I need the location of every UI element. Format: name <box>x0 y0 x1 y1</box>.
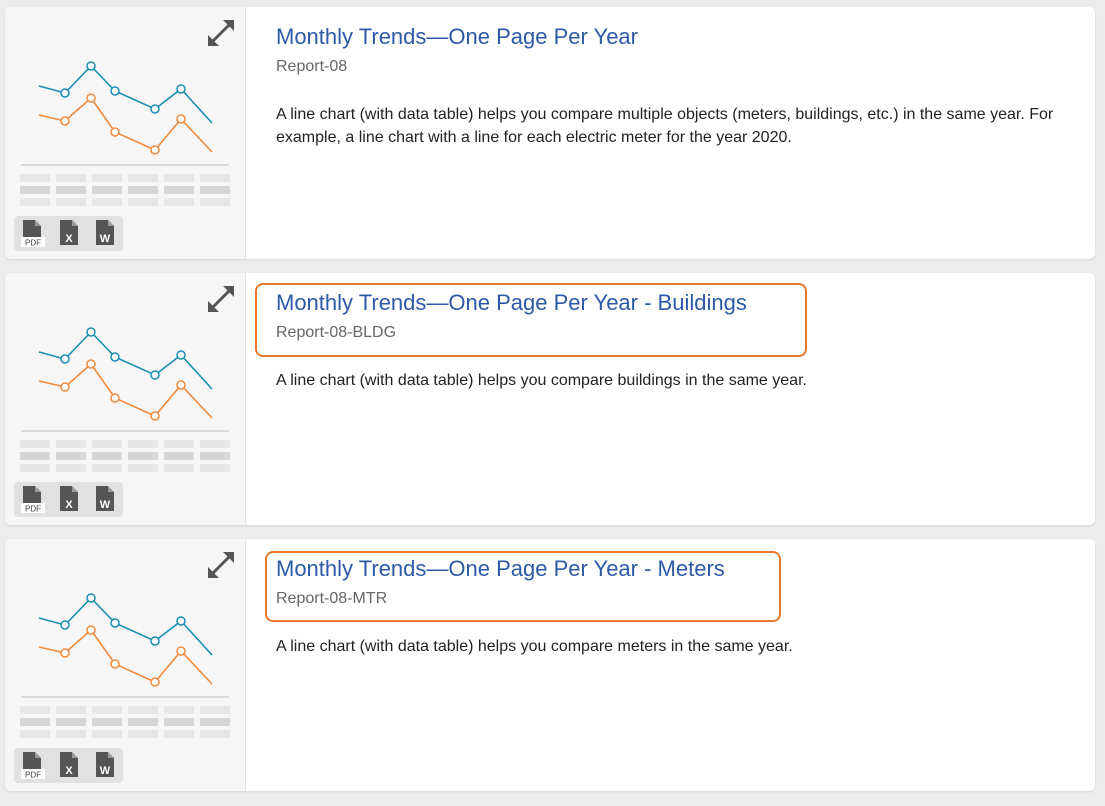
preview-point-blue <box>176 350 186 360</box>
preview-point-orange <box>86 625 96 635</box>
preview-point-blue <box>150 370 160 380</box>
preview-point-orange <box>110 393 120 403</box>
pdf-file-icon[interactable]: PDF <box>21 752 45 780</box>
export-buttons: PDF X W <box>14 216 123 251</box>
preview-point-orange <box>176 114 186 124</box>
preview-point-blue <box>86 61 96 71</box>
svg-text:X: X <box>65 233 73 245</box>
report-card[interactable]: PDF X W Monthly Trends—One Page Per Year… <box>5 273 1095 525</box>
report-description: A line chart (with data table) helps you… <box>276 372 807 389</box>
report-description: A line chart (with data table) helps you… <box>276 106 1054 146</box>
word-file-icon[interactable]: W <box>93 486 117 513</box>
report-thumbnail[interactable]: PDF X W <box>5 273 246 525</box>
svg-text:PDF: PDF <box>25 771 41 780</box>
svg-text:W: W <box>100 233 111 245</box>
preview-point-orange <box>86 359 96 369</box>
preview-point-blue <box>86 593 96 603</box>
svg-text:W: W <box>100 765 111 777</box>
report-title-link[interactable]: Monthly Trends—One Page Per Year - Meter… <box>276 556 725 582</box>
preview-point-orange <box>60 116 70 126</box>
preview-point-orange <box>176 380 186 390</box>
excel-file-icon[interactable]: X <box>57 486 81 513</box>
preview-point-blue <box>176 616 186 626</box>
preview-point-orange <box>150 677 160 687</box>
report-code: Report-08-BLDG <box>276 324 397 341</box>
preview-point-orange <box>150 145 160 155</box>
export-buttons: PDF X W <box>14 748 123 783</box>
pdf-file-icon[interactable]: PDF <box>21 220 45 248</box>
svg-text:X: X <box>65 499 73 511</box>
word-file-icon[interactable]: W <box>93 752 117 779</box>
pdf-file-icon[interactable]: PDF <box>21 486 45 514</box>
report-card[interactable]: PDF X W Monthly Trends—One Page Per Year… <box>5 539 1095 791</box>
preview-point-blue <box>110 352 120 362</box>
expand-arrows-icon[interactable] <box>207 551 235 579</box>
preview-point-orange <box>60 648 70 658</box>
preview-point-blue <box>110 618 120 628</box>
preview-point-blue <box>150 636 160 646</box>
preview-point-orange <box>110 659 120 669</box>
report-description: A line chart (with data table) helps you… <box>276 638 793 655</box>
preview-point-blue <box>110 86 120 96</box>
svg-text:X: X <box>65 765 73 777</box>
report-thumbnail[interactable]: PDF X W <box>5 539 246 791</box>
excel-file-icon[interactable]: X <box>57 220 81 247</box>
preview-point-blue <box>60 88 70 98</box>
report-title-link[interactable]: Monthly Trends—One Page Per Year - Build… <box>276 290 747 316</box>
report-thumbnail[interactable]: PDF X W <box>5 7 246 259</box>
preview-point-blue <box>176 84 186 94</box>
report-list: PDF X W Monthly Trends—One Page Per Year… <box>0 0 1105 806</box>
preview-point-orange <box>110 127 120 137</box>
preview-point-blue <box>60 354 70 364</box>
excel-file-icon[interactable]: X <box>57 752 81 779</box>
preview-point-blue <box>60 620 70 630</box>
report-code: Report-08-MTR <box>276 590 388 607</box>
report-title-link[interactable]: Monthly Trends—One Page Per Year <box>276 24 638 50</box>
preview-point-orange <box>86 93 96 103</box>
svg-text:W: W <box>100 499 111 511</box>
word-file-icon[interactable]: W <box>93 220 117 247</box>
expand-arrows-icon[interactable] <box>207 19 235 47</box>
preview-point-blue <box>150 104 160 114</box>
expand-arrows-icon[interactable] <box>207 285 235 313</box>
preview-point-orange <box>176 646 186 656</box>
preview-point-blue <box>86 327 96 337</box>
report-card[interactable]: PDF X W Monthly Trends—One Page Per Year… <box>5 7 1095 259</box>
preview-data-table <box>20 174 230 206</box>
report-code: Report-08 <box>276 58 348 75</box>
preview-point-orange <box>60 382 70 392</box>
svg-text:PDF: PDF <box>25 505 41 514</box>
preview-data-table <box>20 706 230 738</box>
preview-data-table <box>20 440 230 472</box>
export-buttons: PDF X W <box>14 482 123 517</box>
preview-point-orange <box>150 411 160 421</box>
svg-text:PDF: PDF <box>25 239 41 248</box>
